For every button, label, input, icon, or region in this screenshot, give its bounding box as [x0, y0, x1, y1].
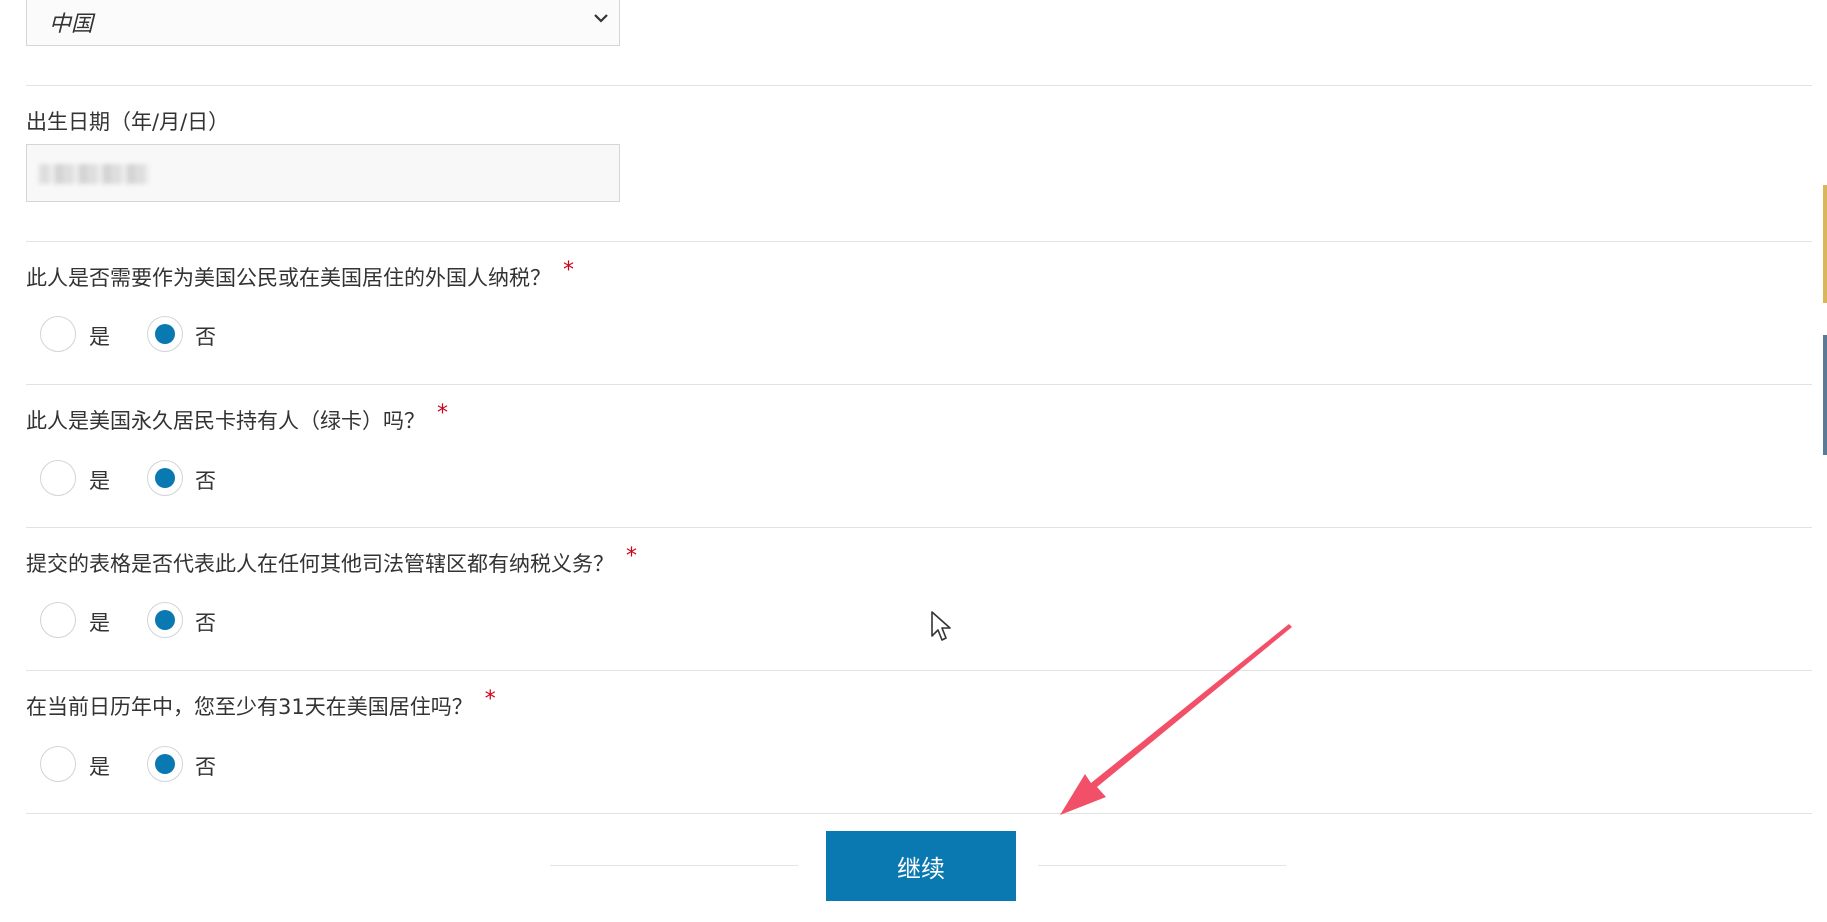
radio-no-label: 否 — [195, 469, 216, 493]
dob-input[interactable] — [26, 144, 620, 202]
question-text: 在当前日历年中，您至少有31天在美国居住吗？ — [26, 695, 473, 719]
required-mark: * — [626, 544, 637, 569]
question-text: 此人是美国永久居民卡持有人（绿卡）吗？ — [26, 409, 425, 433]
question-green-card-label: 此人是美国永久居民卡持有人（绿卡）吗？ * — [26, 401, 448, 435]
radio-yes-label: 是 — [89, 469, 110, 493]
scrollbar-thumb[interactable] — [1823, 335, 1827, 455]
radio-yes[interactable] — [40, 316, 76, 352]
tax-form-page: 中国 出生日期（年/月/日） 此人是否需要作为美国公民或在美国居住的外国人纳税？… — [0, 0, 1827, 922]
divider — [26, 85, 1812, 86]
required-mark: * — [563, 258, 574, 283]
chevron-down-icon — [594, 14, 608, 23]
radio-yes[interactable] — [40, 602, 76, 638]
radio-yes-label: 是 — [89, 611, 110, 635]
question-31-days-label: 在当前日历年中，您至少有31天在美国居住吗？ * — [26, 687, 496, 721]
radio-no-label: 否 — [195, 611, 216, 635]
continue-line-left — [550, 865, 798, 866]
country-select[interactable]: 中国 — [26, 0, 620, 46]
country-select-value: 中国 — [49, 12, 94, 37]
divider — [26, 241, 1812, 242]
divider — [26, 670, 1812, 671]
scrollbar-accent — [1823, 185, 1827, 303]
question-us-taxpayer-label: 此人是否需要作为美国公民或在美国居住的外国人纳税？ * — [26, 258, 574, 292]
required-mark: * — [437, 401, 448, 426]
radio-no-label: 否 — [195, 755, 216, 779]
required-mark: * — [484, 687, 496, 712]
question-other-jurisdiction-label: 提交的表格是否代表此人在任何其他司法管辖区都有纳税义务？ * — [26, 544, 637, 578]
radio-yes-label: 是 — [89, 755, 110, 779]
radio-no[interactable] — [147, 602, 183, 638]
question-text: 此人是否需要作为美国公民或在美国居住的外国人纳税？ — [26, 266, 551, 290]
dob-value-redacted — [39, 164, 149, 184]
divider — [26, 813, 1812, 814]
radio-yes-label: 是 — [89, 325, 110, 349]
divider — [26, 384, 1812, 385]
question-text: 提交的表格是否代表此人在任何其他司法管辖区都有纳税义务？ — [26, 552, 614, 576]
radio-no[interactable] — [147, 460, 183, 496]
radio-no[interactable] — [147, 746, 183, 782]
divider — [26, 527, 1812, 528]
annotation-arrow — [1060, 624, 1292, 815]
radio-no[interactable] — [147, 316, 183, 352]
radio-yes[interactable] — [40, 746, 76, 782]
radio-no-label: 否 — [195, 325, 216, 349]
radio-yes[interactable] — [40, 460, 76, 496]
cursor-icon — [931, 611, 951, 641]
continue-button[interactable]: 继续 — [826, 831, 1016, 901]
continue-line-right — [1038, 865, 1286, 866]
dob-label: 出生日期（年/月/日） — [26, 110, 230, 134]
